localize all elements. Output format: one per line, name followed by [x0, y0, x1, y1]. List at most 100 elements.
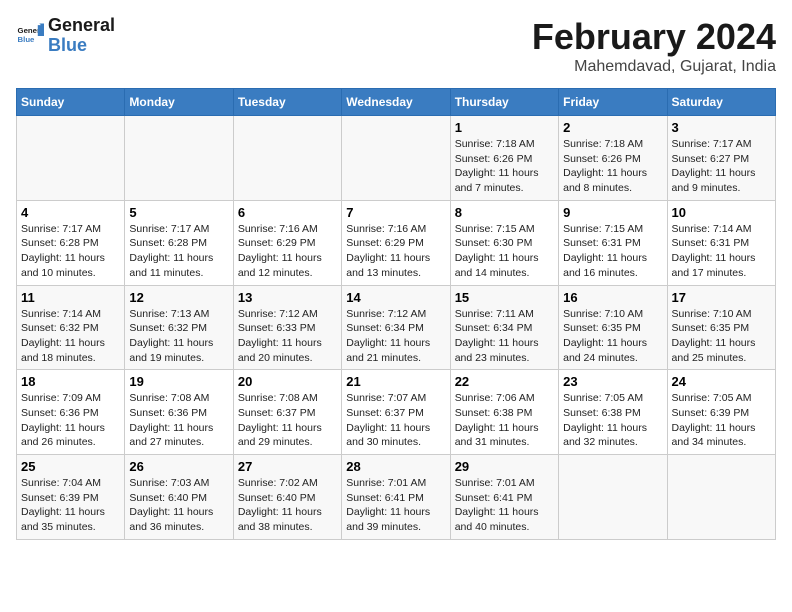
calendar-cell: 25 Sunrise: 7:04 AM Sunset: 6:39 PM Dayli…: [17, 455, 125, 540]
day-number: 2: [563, 120, 662, 135]
day-number: 17: [672, 290, 771, 305]
day-info: Sunrise: 7:12 AM Sunset: 6:33 PM Dayligh…: [238, 307, 337, 366]
day-number: 11: [21, 290, 120, 305]
day-number: 25: [21, 459, 120, 474]
day-number: 22: [455, 374, 554, 389]
day-info: Sunrise: 7:17 AM Sunset: 6:28 PM Dayligh…: [129, 222, 228, 281]
svg-text:Blue: Blue: [18, 35, 36, 44]
main-title: February 2024: [532, 16, 776, 58]
calendar-cell: 21Sunrise: 7:07 AM Sunset: 6:37 PM Dayli…: [342, 370, 450, 455]
day-header-friday: Friday: [559, 89, 667, 116]
day-number: 8: [455, 205, 554, 220]
day-header-tuesday: Tuesday: [233, 89, 341, 116]
day-number: 5: [129, 205, 228, 220]
day-header-wednesday: Wednesday: [342, 89, 450, 116]
day-number: 9: [563, 205, 662, 220]
day-header-sunday: Sunday: [17, 89, 125, 116]
day-number: 28: [346, 459, 445, 474]
calendar-cell: 13 Sunrise: 7:12 AM Sunset: 6:33 PM Dayli…: [233, 285, 341, 370]
calendar-cell: 29Sunrise: 7:01 AM Sunset: 6:41 PM Dayli…: [450, 455, 558, 540]
day-info: Sunrise: 7:15 AM Sunset: 6:31 PM Dayligh…: [563, 222, 662, 281]
calendar-cell: [559, 455, 667, 540]
calendar-cell: [125, 116, 233, 201]
calendar-header-row: SundayMondayTuesdayWednesdayThursdayFrid…: [17, 89, 776, 116]
day-number: 15: [455, 290, 554, 305]
day-info: Sunrise: 7:04 AM Sunset: 6:39 PM Dayligh…: [21, 476, 120, 535]
logo-line1: General: [48, 16, 115, 36]
calendar-cell: 6 Sunrise: 7:16 AM Sunset: 6:29 PM Daylig…: [233, 200, 341, 285]
calendar-cell: 11Sunrise: 7:14 AM Sunset: 6:32 PM Dayli…: [17, 285, 125, 370]
day-info: Sunrise: 7:10 AM Sunset: 6:35 PM Dayligh…: [563, 307, 662, 366]
day-info: Sunrise: 7:01 AM Sunset: 6:41 PM Dayligh…: [346, 476, 445, 535]
day-number: 18: [21, 374, 120, 389]
calendar-cell: [17, 116, 125, 201]
logo: General Blue General Blue: [16, 16, 115, 56]
day-number: 26: [129, 459, 228, 474]
calendar-body: 1 Sunrise: 7:18 AM Sunset: 6:26 PM Daylig…: [17, 116, 776, 540]
calendar-cell: 14 Sunrise: 7:12 AM Sunset: 6:34 PM Dayli…: [342, 285, 450, 370]
day-number: 7: [346, 205, 445, 220]
day-info: Sunrise: 7:18 AM Sunset: 6:26 PM Dayligh…: [455, 137, 554, 196]
day-number: 13: [238, 290, 337, 305]
day-info: Sunrise: 7:16 AM Sunset: 6:29 PM Dayligh…: [238, 222, 337, 281]
calendar-cell: [667, 455, 775, 540]
day-info: Sunrise: 7:02 AM Sunset: 6:40 PM Dayligh…: [238, 476, 337, 535]
calendar-cell: 17 Sunrise: 7:10 AM Sunset: 6:35 PM Dayli…: [667, 285, 775, 370]
calendar-cell: 20 Sunrise: 7:08 AM Sunset: 6:37 PM Dayli…: [233, 370, 341, 455]
calendar-cell: 18 Sunrise: 7:09 AM Sunset: 6:36 PM Dayli…: [17, 370, 125, 455]
calendar-cell: 9 Sunrise: 7:15 AM Sunset: 6:31 PM Daylig…: [559, 200, 667, 285]
sub-title: Mahemdavad, Gujarat, India: [532, 58, 776, 76]
day-info: Sunrise: 7:05 AM Sunset: 6:38 PM Dayligh…: [563, 391, 662, 450]
day-info: Sunrise: 7:08 AM Sunset: 6:37 PM Dayligh…: [238, 391, 337, 450]
calendar-cell: [233, 116, 341, 201]
calendar-cell: 10Sunrise: 7:14 AM Sunset: 6:31 PM Dayli…: [667, 200, 775, 285]
day-info: Sunrise: 7:05 AM Sunset: 6:39 PM Dayligh…: [672, 391, 771, 450]
day-number: 3: [672, 120, 771, 135]
day-header-saturday: Saturday: [667, 89, 775, 116]
day-header-monday: Monday: [125, 89, 233, 116]
week-row-3: 11Sunrise: 7:14 AM Sunset: 6:32 PM Dayli…: [17, 285, 776, 370]
title-block: February 2024 Mahemdavad, Gujarat, India: [532, 16, 776, 76]
day-info: Sunrise: 7:07 AM Sunset: 6:37 PM Dayligh…: [346, 391, 445, 450]
day-info: Sunrise: 7:18 AM Sunset: 6:26 PM Dayligh…: [563, 137, 662, 196]
header: General Blue General Blue February 2024 …: [16, 16, 776, 76]
week-row-1: 1 Sunrise: 7:18 AM Sunset: 6:26 PM Daylig…: [17, 116, 776, 201]
day-info: Sunrise: 7:15 AM Sunset: 6:30 PM Dayligh…: [455, 222, 554, 281]
calendar-cell: 15 Sunrise: 7:11 AM Sunset: 6:34 PM Dayli…: [450, 285, 558, 370]
day-number: 6: [238, 205, 337, 220]
calendar-table: SundayMondayTuesdayWednesdayThursdayFrid…: [16, 88, 776, 540]
day-number: 20: [238, 374, 337, 389]
day-number: 1: [455, 120, 554, 135]
day-info: Sunrise: 7:03 AM Sunset: 6:40 PM Dayligh…: [129, 476, 228, 535]
day-info: Sunrise: 7:16 AM Sunset: 6:29 PM Dayligh…: [346, 222, 445, 281]
day-info: Sunrise: 7:09 AM Sunset: 6:36 PM Dayligh…: [21, 391, 120, 450]
day-info: Sunrise: 7:06 AM Sunset: 6:38 PM Dayligh…: [455, 391, 554, 450]
day-header-thursday: Thursday: [450, 89, 558, 116]
calendar-cell: 24 Sunrise: 7:05 AM Sunset: 6:39 PM Dayli…: [667, 370, 775, 455]
day-info: Sunrise: 7:10 AM Sunset: 6:35 PM Dayligh…: [672, 307, 771, 366]
calendar-cell: 4Sunrise: 7:17 AM Sunset: 6:28 PM Daylig…: [17, 200, 125, 285]
calendar-cell: 19 Sunrise: 7:08 AM Sunset: 6:36 PM Dayli…: [125, 370, 233, 455]
calendar-cell: 16 Sunrise: 7:10 AM Sunset: 6:35 PM Dayli…: [559, 285, 667, 370]
logo-text: General Blue: [48, 16, 115, 56]
logo-line2: Blue: [48, 35, 87, 55]
day-info: Sunrise: 7:11 AM Sunset: 6:34 PM Dayligh…: [455, 307, 554, 366]
day-info: Sunrise: 7:13 AM Sunset: 6:32 PM Dayligh…: [129, 307, 228, 366]
day-number: 10: [672, 205, 771, 220]
day-number: 19: [129, 374, 228, 389]
day-number: 29: [455, 459, 554, 474]
day-number: 14: [346, 290, 445, 305]
day-info: Sunrise: 7:08 AM Sunset: 6:36 PM Dayligh…: [129, 391, 228, 450]
calendar-cell: 7 Sunrise: 7:16 AM Sunset: 6:29 PM Daylig…: [342, 200, 450, 285]
calendar-cell: 26 Sunrise: 7:03 AM Sunset: 6:40 PM Dayli…: [125, 455, 233, 540]
day-info: Sunrise: 7:12 AM Sunset: 6:34 PM Dayligh…: [346, 307, 445, 366]
day-number: 24: [672, 374, 771, 389]
day-number: 12: [129, 290, 228, 305]
day-number: 16: [563, 290, 662, 305]
week-row-4: 18 Sunrise: 7:09 AM Sunset: 6:36 PM Dayli…: [17, 370, 776, 455]
day-info: Sunrise: 7:17 AM Sunset: 6:27 PM Dayligh…: [672, 137, 771, 196]
day-number: 23: [563, 374, 662, 389]
calendar-cell: 27Sunrise: 7:02 AM Sunset: 6:40 PM Dayli…: [233, 455, 341, 540]
logo-icon: General Blue: [16, 22, 44, 50]
calendar-cell: 1 Sunrise: 7:18 AM Sunset: 6:26 PM Daylig…: [450, 116, 558, 201]
